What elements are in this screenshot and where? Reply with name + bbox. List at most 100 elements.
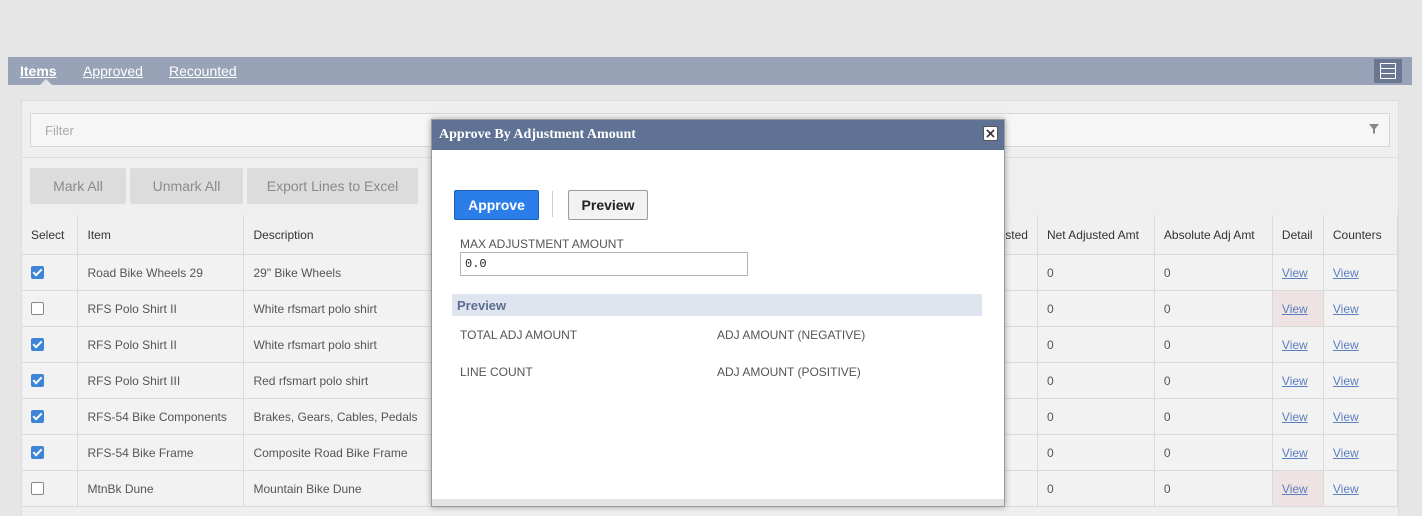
close-icon — [986, 129, 995, 138]
row-item: RFS Polo Shirt III — [77, 362, 245, 399]
row-select-checkbox[interactable] — [22, 434, 79, 471]
adj-amount-negative-label: ADJ AMOUNT (NEGATIVE) — [717, 328, 866, 342]
approve-by-adjustment-dialog: Approve By Adjustment Amount Approve Pre… — [431, 119, 1005, 507]
row-item: RFS-54 Bike Frame — [77, 434, 245, 471]
row-counters: View — [1323, 470, 1399, 507]
row-net-adjusted-amt: 0 — [1037, 290, 1155, 327]
row-detail: View — [1272, 398, 1324, 435]
subtab-bar: Items Approved Recounted — [8, 57, 1412, 85]
row-select-checkbox[interactable] — [22, 362, 79, 399]
row-net-adjusted-amt: 0 — [1037, 362, 1155, 399]
row-description: Red rfsmart polo shirt — [243, 362, 438, 399]
row-counters: View — [1323, 326, 1399, 363]
row-detail: View — [1272, 470, 1324, 507]
checkbox-checked[interactable] — [31, 337, 44, 351]
row-item: Road Bike Wheels 29 — [77, 254, 245, 291]
export-lines-button[interactable]: Export Lines to Excel — [247, 168, 418, 204]
checkbox-checked[interactable] — [31, 373, 44, 387]
layout-toggle-icon — [1380, 63, 1396, 79]
row-select-checkbox[interactable] — [22, 290, 79, 327]
row-absolute-adj-amt: 0 — [1154, 326, 1273, 363]
row-detail: View — [1272, 362, 1324, 399]
checkbox-checked[interactable] — [31, 409, 44, 423]
tab-approved[interactable]: Approved — [83, 63, 143, 79]
row-net-adjusted-amt: 0 — [1037, 326, 1155, 363]
row-net-adjusted-amt: 0 — [1037, 254, 1155, 291]
detail-view-link[interactable]: View — [1282, 410, 1308, 424]
row-absolute-adj-amt: 0 — [1154, 254, 1273, 291]
row-absolute-adj-amt: 0 — [1154, 290, 1273, 327]
mark-all-button[interactable]: Mark All — [30, 168, 126, 204]
dialog-header: Approve By Adjustment Amount — [432, 120, 1004, 150]
row-detail: View — [1272, 290, 1324, 327]
row-detail: View — [1272, 254, 1324, 291]
col-counters[interactable]: Counters — [1323, 215, 1399, 255]
tab-items[interactable]: Items — [20, 63, 57, 79]
row-description: 29" Bike Wheels — [243, 254, 438, 291]
max-adjustment-input[interactable]: 0.0 — [460, 252, 748, 276]
row-counters: View — [1323, 434, 1399, 471]
row-absolute-adj-amt: 0 — [1154, 398, 1273, 435]
detail-view-link[interactable]: View — [1282, 338, 1308, 352]
detail-view-link[interactable]: View — [1282, 374, 1308, 388]
max-adjustment-label: MAX ADJUSTMENT AMOUNT — [460, 237, 624, 251]
row-description: White rfsmart polo shirt — [243, 290, 438, 327]
row-net-adjusted-amt: 0 — [1037, 470, 1155, 507]
detail-view-link[interactable]: View — [1282, 266, 1308, 280]
col-description[interactable]: Description — [243, 215, 438, 255]
row-absolute-adj-amt: 0 — [1154, 470, 1273, 507]
row-select-checkbox[interactable] — [22, 398, 79, 435]
detail-view-link[interactable]: View — [1282, 482, 1308, 496]
unmark-all-button[interactable]: Unmark All — [130, 168, 243, 204]
preview-button[interactable]: Preview — [568, 190, 648, 220]
tab-recounted[interactable]: Recounted — [169, 63, 237, 79]
col-select[interactable]: Select — [22, 215, 79, 255]
row-counters: View — [1323, 362, 1399, 399]
filter-placeholder: Filter — [45, 123, 74, 138]
row-select-checkbox[interactable] — [22, 326, 79, 363]
row-item: RFS Polo Shirt II — [77, 326, 245, 363]
preview-section-header: Preview — [452, 294, 982, 316]
filter-funnel-icon[interactable] — [1369, 124, 1379, 134]
detail-view-link[interactable]: View — [1282, 302, 1308, 316]
total-adj-amount-label: TOTAL ADJ AMOUNT — [460, 328, 578, 342]
active-tab-caret — [40, 79, 52, 85]
col-detail[interactable]: Detail — [1272, 215, 1324, 255]
row-description: Brakes, Gears, Cables, Pedals — [243, 398, 438, 435]
col-net-adjusted-amt[interactable]: Net Adjusted Amt — [1037, 215, 1155, 255]
row-absolute-adj-amt: 0 — [1154, 434, 1273, 471]
row-detail: View — [1272, 326, 1324, 363]
checkbox-unchecked[interactable] — [31, 481, 44, 495]
checkbox-checked[interactable] — [31, 265, 44, 279]
row-absolute-adj-amt: 0 — [1154, 362, 1273, 399]
row-select-checkbox[interactable] — [22, 254, 79, 291]
detail-view-link[interactable]: View — [1282, 446, 1308, 460]
col-absolute-adj-amt[interactable]: Absolute Adj Amt — [1154, 215, 1273, 255]
row-net-adjusted-amt: 0 — [1037, 434, 1155, 471]
row-counters: View — [1323, 398, 1399, 435]
counters-view-link[interactable]: View — [1333, 302, 1359, 316]
adj-amount-positive-label: ADJ AMOUNT (POSITIVE) — [717, 365, 861, 379]
layout-toggle-button[interactable] — [1374, 59, 1402, 83]
col-item[interactable]: Item — [77, 215, 245, 255]
row-item: RFS Polo Shirt II — [77, 290, 245, 327]
preview-section-title: Preview — [457, 298, 507, 313]
row-item: MtnBk Dune — [77, 470, 245, 507]
row-select-checkbox[interactable] — [22, 470, 79, 507]
counters-view-link[interactable]: View — [1333, 482, 1359, 496]
row-description: Mountain Bike Dune — [243, 470, 438, 507]
counters-view-link[interactable]: View — [1333, 410, 1359, 424]
approve-button[interactable]: Approve — [454, 190, 539, 220]
dialog-title: Approve By Adjustment Amount — [439, 127, 636, 142]
counters-view-link[interactable]: View — [1333, 446, 1359, 460]
close-button[interactable] — [983, 126, 998, 141]
counters-view-link[interactable]: View — [1333, 266, 1359, 280]
row-counters: View — [1323, 254, 1399, 291]
row-counters: View — [1323, 290, 1399, 327]
row-item: RFS-54 Bike Components — [77, 398, 245, 435]
counters-view-link[interactable]: View — [1333, 374, 1359, 388]
counters-view-link[interactable]: View — [1333, 338, 1359, 352]
checkbox-unchecked[interactable] — [31, 301, 44, 315]
line-count-label: LINE COUNT — [460, 365, 533, 379]
checkbox-checked[interactable] — [31, 445, 44, 459]
